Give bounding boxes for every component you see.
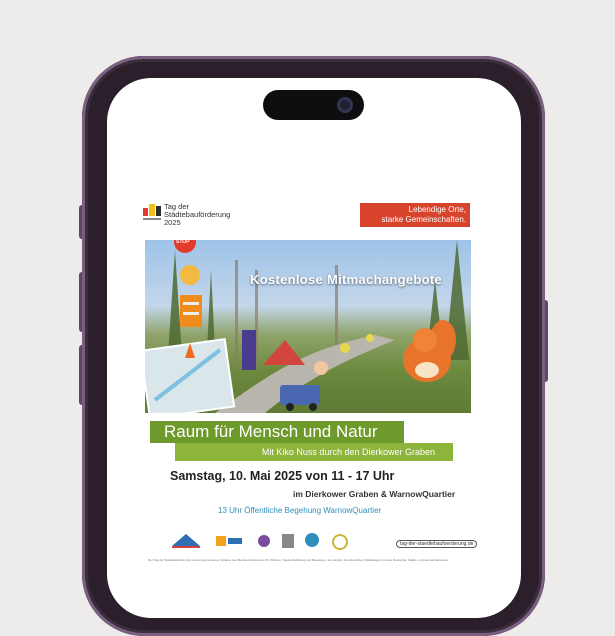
fine-print: Der Tag der Städtebauförderung ist eine … [148, 558, 449, 562]
slogan-line-2: starke Gemeinschaften. [381, 215, 466, 224]
partner-logo-icon-1 [258, 535, 270, 547]
camera-lens-icon [337, 97, 353, 113]
hero-illustration [145, 240, 469, 413]
headline: Raum für Mensch und Natur [150, 421, 404, 443]
stop-sign-label: STOP [176, 239, 190, 245]
public-walk-info: 13 Uhr Öffentliche Begehung WarnowQuarti… [218, 506, 382, 515]
slogan-banner: Lebendige Orte, starke Gemeinschaften. [360, 203, 470, 227]
logo-text: Tag der Städtebauförderung 2025 [164, 202, 231, 227]
event-location: im Dierkower Graben & WarnowQuartier [293, 489, 456, 499]
event-date: Samstag, 10. Mai 2025 von 11 - 17 Uhr [170, 469, 395, 483]
partner-logo-icon-2 [282, 534, 294, 548]
hero-image [145, 240, 471, 413]
hero-title: Kostenlose Mitmachangebote [250, 272, 442, 287]
subheadline: Mit Kiko Nuss durch den Dierkower Graben [175, 443, 453, 461]
partner-logo-icon-3 [305, 533, 319, 547]
slogan-line-1: Lebendige Orte, [408, 205, 466, 214]
rgs-logo-icon [216, 536, 242, 546]
website-link: tag-der-staedtebaufoerderung.de [396, 540, 478, 548]
rostock-logo-icon [172, 534, 200, 548]
wq-logo-icon [332, 534, 348, 550]
